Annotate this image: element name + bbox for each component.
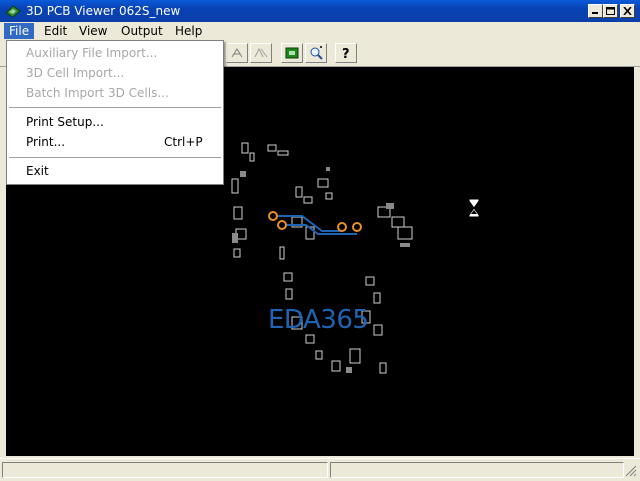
pcb-component — [317, 178, 329, 188]
logo-pads — [268, 211, 362, 232]
menu-item-print[interactable]: Print... — [26, 133, 65, 151]
pcb-component — [295, 186, 303, 198]
menu-item-print-setup[interactable]: Print Setup... — [26, 113, 104, 131]
pcb-component — [365, 276, 375, 286]
pcb-component — [379, 362, 387, 374]
pcb-component — [303, 196, 313, 204]
menu-separator — [9, 107, 221, 108]
pcb-component — [373, 292, 381, 304]
status-bar — [0, 458, 640, 481]
title-bar[interactable]: 3D PCB Viewer 062S_new — [0, 0, 640, 22]
pcb-component — [231, 178, 239, 194]
pcb-component — [279, 246, 285, 260]
pcb-pad — [232, 233, 238, 243]
menu-bar: File Edit View Output Help — [0, 22, 640, 40]
pcb-component — [283, 272, 293, 282]
menu-output[interactable]: Output — [116, 23, 168, 39]
pcb-component — [325, 192, 333, 200]
pcb-pad — [346, 367, 352, 373]
green-board-icon[interactable] — [281, 43, 303, 63]
pcb-pad — [240, 171, 246, 177]
resize-grip-icon[interactable] — [625, 465, 637, 477]
logo-pad — [337, 222, 347, 232]
menu-item-auxiliary-file-import[interactable]: Auxiliary File Import... — [26, 44, 157, 62]
pcb-component — [233, 206, 243, 220]
close-button[interactable] — [620, 4, 635, 18]
menu-item-3d-cell-import[interactable]: 3D Cell Import... — [26, 64, 124, 82]
pcb-board-icon[interactable] — [5, 4, 21, 18]
menu-help[interactable]: Help — [170, 23, 207, 39]
pcb-pad — [386, 203, 394, 209]
pcb-component — [315, 350, 323, 360]
pcb-component — [249, 152, 255, 162]
pcb-component — [233, 248, 241, 258]
pcb-component — [331, 360, 341, 372]
pcb-pad — [400, 243, 410, 247]
pcb-component — [349, 348, 361, 364]
pcb-component — [267, 144, 277, 152]
pcb-component — [285, 288, 293, 300]
pcb-component — [305, 334, 315, 344]
menu-separator — [9, 157, 221, 158]
pcb-component — [277, 150, 289, 156]
svg-text:?: ? — [342, 47, 350, 61]
window-title: 3D PCB Viewer 062S_new — [26, 4, 181, 18]
minimize-button[interactable] — [588, 4, 603, 18]
menu-file[interactable]: File — [4, 23, 35, 39]
status-pane-main — [2, 462, 328, 478]
app-window: 3D PCB Viewer 062S_new File Edit View Ou… — [0, 0, 640, 481]
pcb-pad — [326, 167, 330, 171]
status-pane-secondary — [330, 462, 624, 478]
print-shortcut: Ctrl+P — [164, 135, 203, 149]
edaviewer-watermark: EDA365 — [268, 305, 369, 335]
zoom-fit-icon[interactable] — [305, 43, 327, 63]
maximize-button[interactable] — [603, 4, 618, 18]
pcb-component — [397, 226, 413, 240]
rotate-disabled-icon[interactable] — [250, 43, 272, 63]
logo-pad — [277, 220, 287, 230]
file-menu-dropdown: Auxiliary File Import... 3D Cell Import.… — [6, 40, 224, 185]
menu-edit[interactable]: Edit — [39, 23, 72, 39]
rotate-icon[interactable] — [226, 43, 248, 63]
logo-pad — [268, 211, 278, 221]
menu-item-exit[interactable]: Exit — [26, 162, 49, 180]
pcb-component — [391, 216, 405, 228]
pcb-component — [373, 324, 383, 336]
menu-item-batch-import-3d-cells[interactable]: Batch Import 3D Cells... — [26, 84, 169, 102]
logo-pad — [352, 222, 362, 232]
pcb-component — [241, 142, 249, 154]
help-icon[interactable]: ? — [335, 43, 357, 63]
menu-view[interactable]: View — [74, 23, 112, 39]
